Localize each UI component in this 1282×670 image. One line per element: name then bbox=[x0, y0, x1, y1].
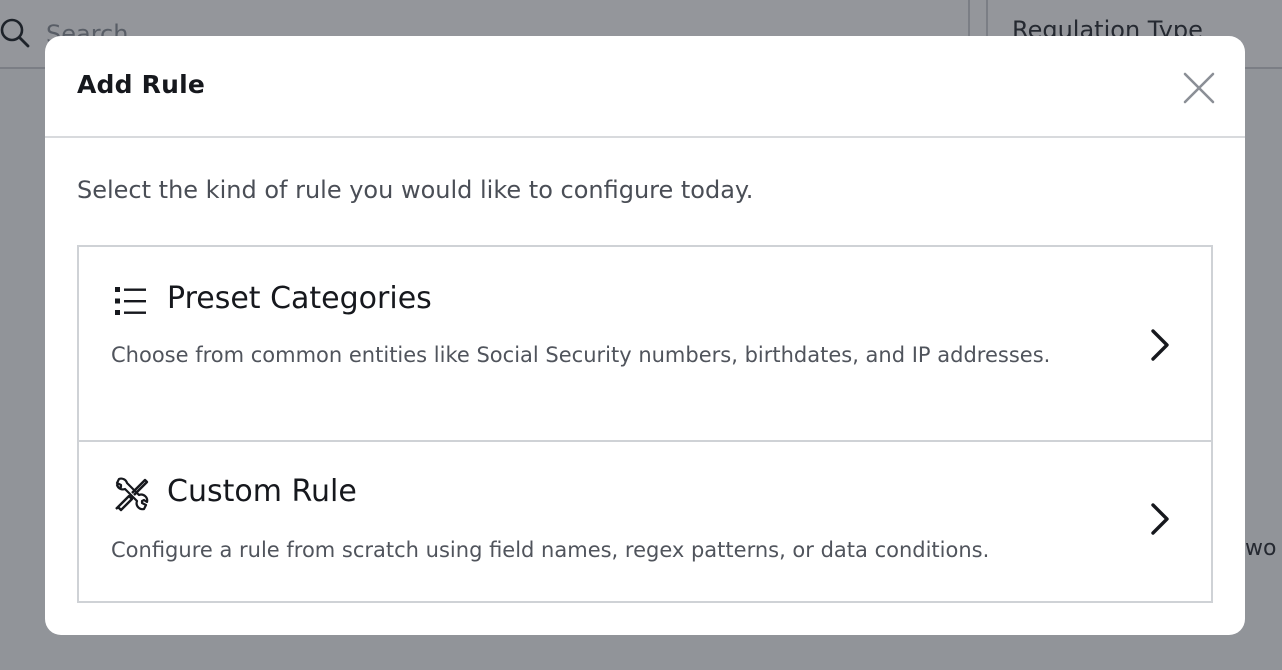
dialog-title: Add Rule bbox=[77, 70, 206, 99]
chevron-right-icon bbox=[1151, 329, 1169, 361]
chevron-right-icon bbox=[1151, 503, 1169, 535]
option-title: Custom Rule bbox=[167, 474, 357, 509]
option-title: Preset Categories bbox=[167, 281, 432, 316]
add-rule-dialog: Add Rule Select the kind of rule you wou… bbox=[45, 36, 1245, 635]
dialog-intro: Select the kind of rule you would like t… bbox=[77, 176, 754, 204]
option-description: Choose from common entities like Social … bbox=[111, 343, 1051, 367]
close-icon[interactable] bbox=[1179, 68, 1219, 108]
tools-icon bbox=[115, 477, 149, 512]
custom-rule-option[interactable]: Custom Rule Configure a rule from scratc… bbox=[79, 442, 1211, 601]
rule-type-options: Preset Categories Choose from common ent… bbox=[77, 245, 1213, 603]
list-icon bbox=[115, 287, 146, 315]
dialog-header: Add Rule bbox=[45, 36, 1245, 138]
preset-categories-option[interactable]: Preset Categories Choose from common ent… bbox=[79, 247, 1211, 442]
option-description: Configure a rule from scratch using fiel… bbox=[111, 538, 990, 562]
